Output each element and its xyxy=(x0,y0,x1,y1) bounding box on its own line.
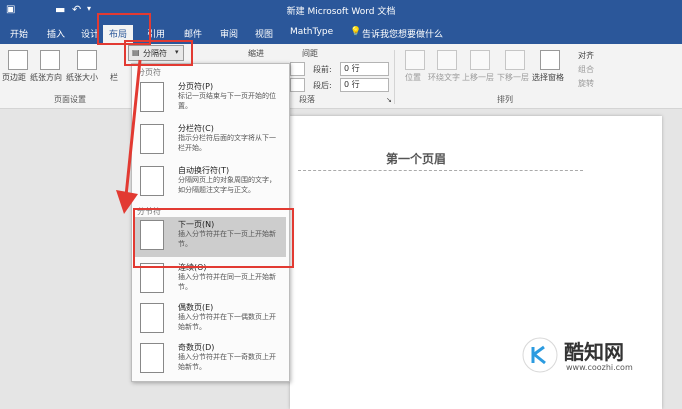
dialog-launcher-icon[interactable]: ↘ xyxy=(386,96,392,104)
selection-pane-icon[interactable] xyxy=(540,50,560,70)
page-header-text[interactable]: 第一个页眉 xyxy=(386,150,446,167)
group-button[interactable]: 组合 xyxy=(578,64,594,75)
tab-home[interactable]: 开始 xyxy=(10,27,28,40)
annotation-arrow-icon xyxy=(116,59,142,214)
menu-item-page-break[interactable]: 分页符(P) 标记一页结束与下一页开始的位置。 xyxy=(134,79,286,119)
tab-mailings[interactable]: 邮件 xyxy=(184,27,202,40)
menu-item-desc: 分隔网页上的对象周围的文字，如分隔题注文字与正文。 xyxy=(178,176,276,194)
odd-page-icon xyxy=(140,343,164,373)
tab-view[interactable]: 视图 xyxy=(255,27,273,40)
menu-item-even-page[interactable]: 偶数页(E) 插入分节符并在下一偶数页上开始新节。 xyxy=(134,300,286,340)
menu-item-desc: 指示分栏符后面的文字将从下一栏开始。 xyxy=(178,134,276,152)
menu-item-odd-page[interactable]: 奇数页(D) 插入分节符并在下一奇数页上开始新节。 xyxy=(134,340,286,380)
send-backward-icon[interactable] xyxy=(505,50,525,70)
coozhi-logo-icon xyxy=(522,337,558,373)
tab-mathtype[interactable]: MathType xyxy=(290,27,333,37)
ribbon: 页边距 纸张方向 纸张大小 栏 页面设置 ▤ 分隔符 ▾ 缩进 间距 段前: 0… xyxy=(0,44,682,109)
bring-forward-icon[interactable] xyxy=(470,50,490,70)
arrange-group-label: 排列 xyxy=(497,95,513,104)
orientation-button[interactable]: 纸张方向 xyxy=(30,72,62,83)
next-page-highlight-box xyxy=(133,208,294,268)
watermark-logo: 酷知网 www.coozhi.com xyxy=(520,330,670,380)
orientation-icon[interactable] xyxy=(40,50,60,70)
menu-item-text-wrapping-break[interactable]: 自动换行符(T) 分隔网页上的对象周围的文字，如分隔题注文字与正文。 xyxy=(134,163,286,203)
before-label: 段前: xyxy=(313,65,332,74)
size-icon[interactable] xyxy=(77,50,97,70)
watermark-brand: 酷知网 xyxy=(564,340,624,364)
indent-label: 缩进 xyxy=(248,49,264,58)
margins-button[interactable]: 页边距 xyxy=(2,72,26,83)
before-spinner[interactable]: 0 行 xyxy=(340,62,389,76)
position-button[interactable]: 位置 xyxy=(405,72,421,83)
paragraph-group-label: 段落 xyxy=(299,95,315,104)
align-button[interactable]: 对齐 xyxy=(578,50,594,61)
menu-item-desc: 插入分节符并在下一偶数页上开始新节。 xyxy=(178,313,276,331)
wrap-text-button[interactable]: 环绕文字 xyxy=(428,72,460,83)
tell-me-bulb-icon: 💡 xyxy=(350,27,362,37)
after-spinner[interactable]: 0 行 xyxy=(340,78,389,92)
menu-item-desc: 插入分节符并在下一奇数页上开始新节。 xyxy=(178,353,276,371)
indent-left-spinner[interactable] xyxy=(290,62,305,76)
send-backward-button[interactable]: 下移一层 xyxy=(497,72,529,83)
margins-icon[interactable] xyxy=(8,50,28,70)
position-icon[interactable] xyxy=(405,50,425,70)
bring-forward-button[interactable]: 上移一层 xyxy=(462,72,494,83)
spacing-label: 间距 xyxy=(302,49,318,58)
watermark-url: www.coozhi.com xyxy=(566,363,633,372)
tab-insert[interactable]: 插入 xyxy=(47,27,65,40)
wrap-text-icon[interactable] xyxy=(437,50,457,70)
rotate-button[interactable]: 旋转 xyxy=(578,78,594,89)
header-divider xyxy=(298,170,583,171)
size-button[interactable]: 纸张大小 xyxy=(66,72,98,83)
tab-review[interactable]: 审阅 xyxy=(220,27,238,40)
menu-item-desc: 标记一页结束与下一页开始的位置。 xyxy=(178,92,276,110)
selection-pane-button[interactable]: 选择窗格 xyxy=(532,72,564,83)
indent-right-spinner[interactable] xyxy=(290,78,305,92)
menu-item-column-break[interactable]: 分栏符(C) 指示分栏符后面的文字将从下一栏开始。 xyxy=(134,121,286,161)
even-page-icon xyxy=(140,303,164,333)
page-setup-group-label: 页面设置 xyxy=(54,95,86,104)
after-label: 段后: xyxy=(313,81,332,90)
group-separator xyxy=(394,50,395,104)
tell-me-input[interactable]: 告诉我您想要做什么 xyxy=(362,27,443,40)
menu-item-desc: 插入分节符并在同一页上开始新节。 xyxy=(178,273,276,291)
